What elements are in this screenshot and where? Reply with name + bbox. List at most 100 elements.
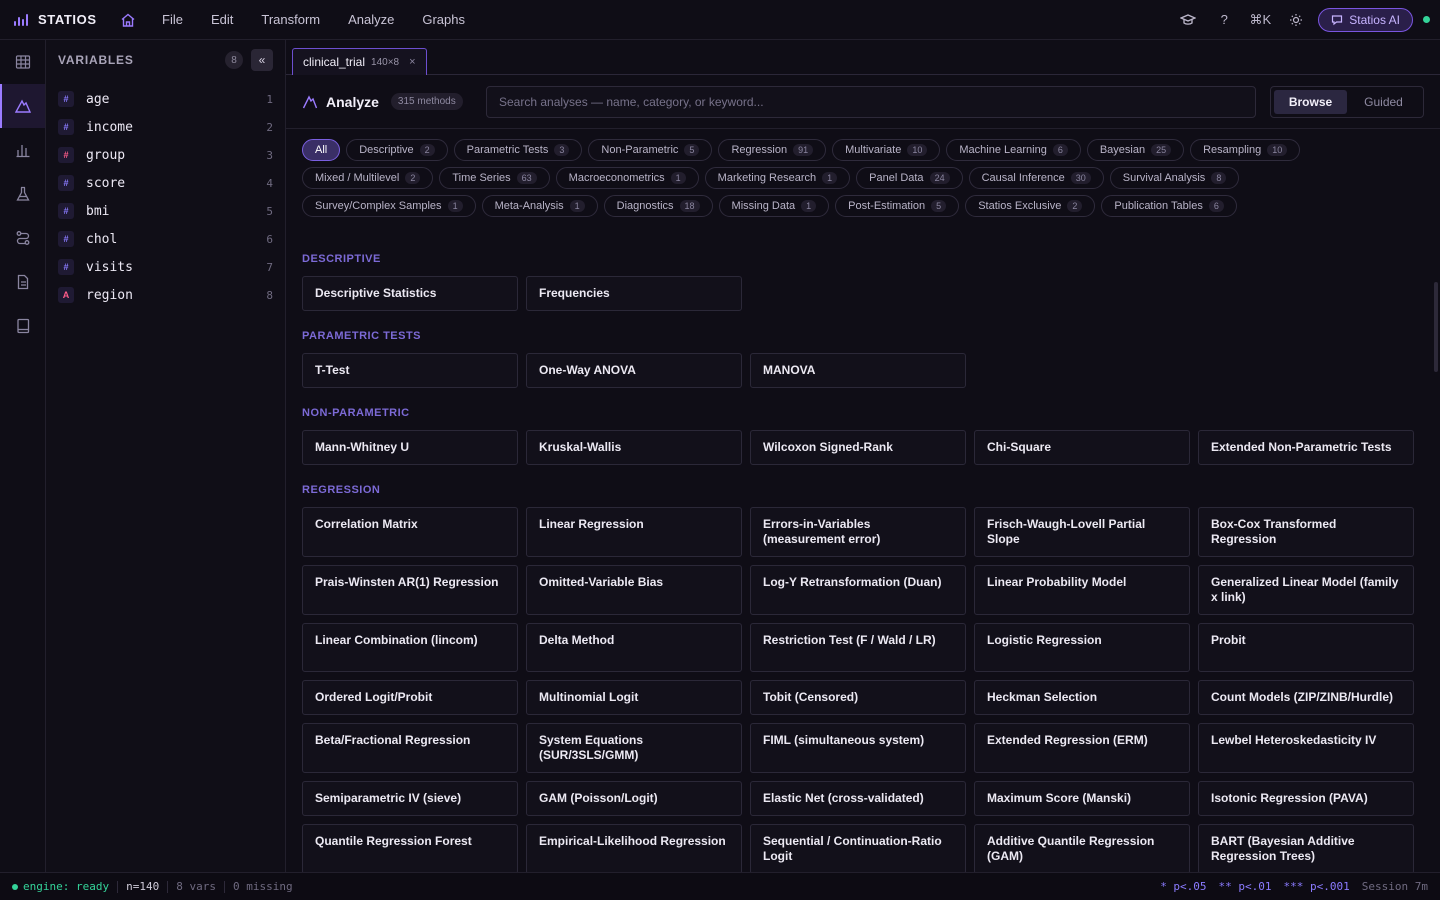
- method-card[interactable]: Linear Probability Model: [974, 565, 1190, 615]
- rail-workflow[interactable]: [0, 216, 45, 260]
- graduation-cap-icon[interactable]: [1170, 13, 1206, 27]
- method-card[interactable]: Additive Quantile Regression (GAM): [974, 824, 1190, 872]
- rail-data-grid[interactable]: [0, 40, 45, 84]
- category-chip-resampling[interactable]: Resampling 10: [1190, 139, 1301, 161]
- method-card[interactable]: Linear Regression: [526, 507, 742, 557]
- method-card[interactable]: Descriptive Statistics: [302, 276, 518, 311]
- method-card[interactable]: BART (Bayesian Additive Regression Trees…: [1198, 824, 1414, 872]
- variable-row-age[interactable]: # age 1: [46, 85, 285, 113]
- method-card[interactable]: Tobit (Censored): [750, 680, 966, 715]
- method-card[interactable]: Frisch-Waugh-Lovell Partial Slope: [974, 507, 1190, 557]
- method-card[interactable]: Errors-in-Variables (measurement error): [750, 507, 966, 557]
- category-chip-missing-data[interactable]: Missing Data 1: [718, 195, 830, 217]
- menu-edit[interactable]: Edit: [197, 12, 247, 27]
- method-card[interactable]: Lewbel Heteroskedasticity IV: [1198, 723, 1414, 773]
- method-card[interactable]: Kruskal-Wallis: [526, 430, 742, 465]
- method-card[interactable]: Generalized Linear Model (family x link): [1198, 565, 1414, 615]
- category-chip-multivariate[interactable]: Multivariate 10: [832, 139, 941, 161]
- variable-row-chol[interactable]: # chol 6: [46, 225, 285, 253]
- method-card[interactable]: Restriction Test (F / Wald / LR): [750, 623, 966, 672]
- rail-graphs[interactable]: [0, 128, 45, 172]
- category-chip-diagnostics[interactable]: Diagnostics 18: [603, 195, 713, 217]
- method-card[interactable]: Heckman Selection: [974, 680, 1190, 715]
- variable-row-income[interactable]: # income 2: [46, 113, 285, 141]
- method-card[interactable]: System Equations (SUR/3SLS/GMM): [526, 723, 742, 773]
- theme-icon[interactable]: [1278, 13, 1314, 27]
- method-card[interactable]: Extended Regression (ERM): [974, 723, 1190, 773]
- category-chip-panel-data[interactable]: Panel Data 24: [856, 167, 963, 189]
- method-card[interactable]: Multinomial Logit: [526, 680, 742, 715]
- menu-graphs[interactable]: Graphs: [408, 12, 479, 27]
- method-card[interactable]: Extended Non-Parametric Tests: [1198, 430, 1414, 465]
- method-card[interactable]: Maximum Score (Manski): [974, 781, 1190, 816]
- methods-scrollbar[interactable]: [1434, 272, 1438, 900]
- toggle-guided[interactable]: Guided: [1347, 90, 1420, 114]
- method-card[interactable]: Correlation Matrix: [302, 507, 518, 557]
- method-card[interactable]: Chi-Square: [974, 430, 1190, 465]
- method-card[interactable]: Log-Y Retransformation (Duan): [750, 565, 966, 615]
- tab-clinical-trial[interactable]: clinical_trial 140×8 ×: [292, 48, 427, 75]
- category-chip-non-parametric[interactable]: Non-Parametric 5: [588, 139, 713, 161]
- method-card[interactable]: Semiparametric IV (sieve): [302, 781, 518, 816]
- category-chip-all[interactable]: All: [302, 139, 341, 161]
- method-card[interactable]: Empirical-Likelihood Regression: [526, 824, 742, 872]
- variable-row-score[interactable]: # score 4: [46, 169, 285, 197]
- menu-file[interactable]: File: [148, 12, 197, 27]
- home-icon[interactable]: [108, 12, 148, 28]
- method-card[interactable]: GAM (Poisson/Logit): [526, 781, 742, 816]
- method-card[interactable]: Prais-Winsten AR(1) Regression: [302, 565, 518, 615]
- variable-row-bmi[interactable]: # bmi 5: [46, 197, 285, 225]
- category-chip-survey-complex-samples[interactable]: Survey/Complex Samples 1: [302, 195, 476, 217]
- method-card[interactable]: One-Way ANOVA: [526, 353, 742, 388]
- category-chip-causal-inference[interactable]: Causal Inference 30: [968, 167, 1104, 189]
- method-card[interactable]: Quantile Regression Forest: [302, 824, 518, 872]
- toggle-browse[interactable]: Browse: [1274, 89, 1347, 114]
- category-chip-statios-exclusive[interactable]: Statios Exclusive 2: [965, 195, 1096, 217]
- category-chip-macroeconometrics[interactable]: Macroeconometrics 1: [555, 167, 699, 189]
- rail-lab[interactable]: [0, 172, 45, 216]
- method-card[interactable]: Omitted-Variable Bias: [526, 565, 742, 615]
- menu-transform[interactable]: Transform: [247, 12, 334, 27]
- close-icon[interactable]: ×: [409, 56, 415, 68]
- method-card[interactable]: Delta Method: [526, 623, 742, 672]
- method-card[interactable]: Mann-Whitney U: [302, 430, 518, 465]
- rail-analyze[interactable]: [0, 84, 45, 128]
- statios-ai-button[interactable]: Statios AI: [1318, 7, 1413, 32]
- collapse-panel-button[interactable]: «: [251, 49, 273, 71]
- method-card[interactable]: Wilcoxon Signed-Rank: [750, 430, 966, 465]
- category-chip-machine-learning[interactable]: Machine Learning 6: [946, 139, 1081, 161]
- method-card[interactable]: Frequencies: [526, 276, 742, 311]
- variable-row-group[interactable]: # group 3: [46, 141, 285, 169]
- method-card[interactable]: FIML (simultaneous system): [750, 723, 966, 773]
- analysis-search-input[interactable]: [486, 85, 1256, 118]
- variable-row-region[interactable]: Aregion 8: [46, 281, 285, 309]
- command-palette-shortcut[interactable]: ⌘K: [1242, 12, 1278, 28]
- category-chip-post-estimation[interactable]: Post-Estimation 5: [835, 195, 960, 217]
- method-card[interactable]: Logistic Regression: [974, 623, 1190, 672]
- method-card[interactable]: T-Test: [302, 353, 518, 388]
- category-chip-parametric-tests[interactable]: Parametric Tests 3: [453, 139, 583, 161]
- method-card[interactable]: Ordered Logit/Probit: [302, 680, 518, 715]
- category-chip-time-series[interactable]: Time Series 63: [439, 167, 550, 189]
- category-chip-mixed-multilevel[interactable]: Mixed / Multilevel 2: [302, 167, 434, 189]
- category-chip-publication-tables[interactable]: Publication Tables 6: [1101, 195, 1237, 217]
- help-icon[interactable]: ?: [1206, 12, 1242, 27]
- category-chip-regression[interactable]: Regression 91: [718, 139, 827, 161]
- rail-notebook[interactable]: [0, 304, 45, 348]
- variable-row-visits[interactable]: # visits 7: [46, 253, 285, 281]
- category-chip-marketing-research[interactable]: Marketing Research 1: [704, 167, 851, 189]
- method-card[interactable]: MANOVA: [750, 353, 966, 388]
- method-card[interactable]: Box-Cox Transformed Regression: [1198, 507, 1414, 557]
- method-card[interactable]: Linear Combination (lincom): [302, 623, 518, 672]
- method-card[interactable]: Probit: [1198, 623, 1414, 672]
- category-chip-descriptive[interactable]: Descriptive 2: [346, 139, 448, 161]
- scrollbar-thumb[interactable]: [1434, 282, 1438, 372]
- method-card[interactable]: Count Models (ZIP/ZINB/Hurdle): [1198, 680, 1414, 715]
- menu-analyze[interactable]: Analyze: [334, 12, 408, 27]
- method-card[interactable]: Sequential / Continuation-Ratio Logit: [750, 824, 966, 872]
- category-chip-bayesian[interactable]: Bayesian 25: [1086, 139, 1185, 161]
- category-chip-meta-analysis[interactable]: Meta-Analysis 1: [481, 195, 598, 217]
- category-chip-survival-analysis[interactable]: Survival Analysis 8: [1109, 167, 1240, 189]
- method-card[interactable]: Isotonic Regression (PAVA): [1198, 781, 1414, 816]
- rail-reports[interactable]: [0, 260, 45, 304]
